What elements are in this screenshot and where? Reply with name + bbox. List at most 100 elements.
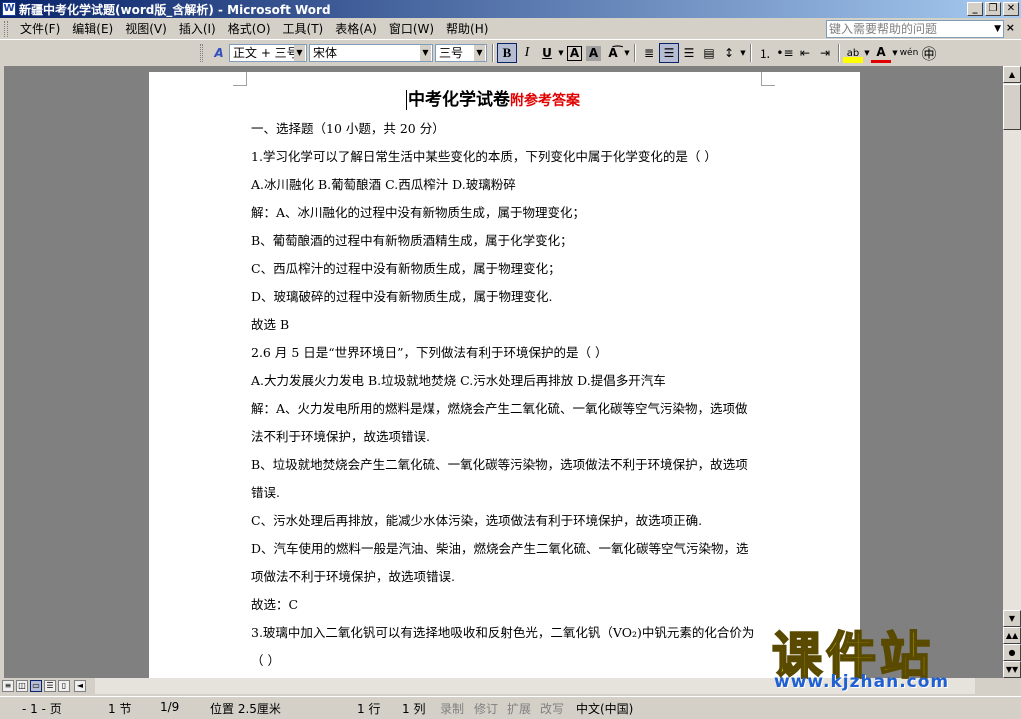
status-overtype[interactable]: 改写: [540, 700, 564, 717]
outline-view-icon[interactable]: ☰: [44, 680, 56, 692]
prev-page-icon[interactable]: ▲▲: [1003, 627, 1021, 644]
font-select[interactable]: 宋体 ▼: [309, 44, 433, 62]
italic-button[interactable]: I: [517, 43, 537, 63]
decrease-indent-icon[interactable]: ⇤: [795, 43, 815, 63]
menu-view[interactable]: 视图(V): [119, 19, 173, 39]
chevron-down-icon[interactable]: ▼: [420, 45, 431, 61]
web-layout-view-icon[interactable]: ◫: [16, 680, 28, 692]
doc-line: 一、选择题（10 小题，共 20 分）: [251, 121, 445, 136]
highlight-icon[interactable]: ab: [843, 43, 863, 63]
print-layout-view-icon[interactable]: ▭: [30, 680, 42, 692]
menu-insert[interactable]: 插入(I): [173, 19, 222, 39]
size-value: 三号: [439, 46, 464, 60]
chevron-down-icon[interactable]: ▼: [557, 43, 565, 63]
toolbar-grip[interactable]: [200, 44, 203, 62]
help-search-placeholder: 键入需要帮助的问题: [829, 22, 938, 36]
menu-edit[interactable]: 编辑(E): [66, 19, 119, 39]
window-title: 新疆中考化学试题(word版_含解析) - Microsoft Word: [19, 2, 331, 17]
close-button[interactable]: ✕: [1003, 2, 1019, 16]
menu-grip[interactable]: [4, 20, 8, 37]
scroll-up-icon[interactable]: ▲: [1003, 66, 1021, 83]
status-extend[interactable]: 扩展: [507, 700, 531, 717]
menu-window[interactable]: 窗口(W): [383, 19, 440, 39]
align-center-icon[interactable]: ☰: [659, 43, 679, 63]
line-spacing-icon[interactable]: ↕: [719, 43, 739, 63]
doc-line: 故选：C: [251, 597, 299, 612]
menu-table[interactable]: 表格(A): [329, 19, 383, 39]
document-close-icon[interactable]: ×: [1006, 21, 1015, 34]
status-pages: 1/9: [160, 700, 180, 714]
toolbar-separator: [750, 44, 752, 62]
chevron-down-icon[interactable]: ▼: [294, 45, 305, 61]
scroll-down-icon[interactable]: ▼: [1003, 610, 1021, 627]
style-value: 正文 + 三号: [233, 46, 299, 60]
title-main: 中考化学试卷: [408, 90, 510, 110]
chevron-down-icon[interactable]: ▼: [994, 21, 1001, 37]
menu-file[interactable]: 文件(F): [14, 19, 66, 39]
next-page-icon[interactable]: ▼▼: [1003, 661, 1021, 678]
doc-line: 3.玻璃中加入二氧化钒可以有选择地吸收和反射色光，二氧化钒（VO₂)中钒元素的化…: [251, 625, 755, 640]
menu-help[interactable]: 帮助(H): [440, 19, 494, 39]
align-right-icon[interactable]: ☰: [679, 43, 699, 63]
status-language: 中文(中国): [576, 702, 634, 716]
bullets-icon[interactable]: •≡: [775, 43, 795, 63]
font-color-button[interactable]: A: [871, 43, 891, 63]
chevron-down-icon[interactable]: ▼: [891, 43, 899, 63]
doc-line: C、污水处理后再排放，能减少水体污染，选项做法有利于环境保护，故选项正确.: [251, 513, 703, 528]
increase-indent-icon[interactable]: ⇥: [815, 43, 835, 63]
watermark-url: www.kjzhan.com: [774, 672, 950, 692]
status-track-changes[interactable]: 修订: [474, 700, 498, 717]
status-column: 1 列: [402, 702, 426, 716]
document-page[interactable]: 中考化学试卷附参考答案 一、选择题（10 小题，共 20 分） 1.学习化学可以…: [149, 72, 860, 678]
vertical-scrollbar[interactable]: ▲ ▼ ▲▲ ● ▼▼: [1003, 66, 1021, 678]
status-record[interactable]: 录制: [440, 700, 464, 717]
underline-button[interactable]: U: [537, 43, 557, 63]
doc-line: 1.学习化学可以了解日常生活中某些变化的本质，下列变化中属于化学变化的是（ ）: [251, 149, 717, 164]
formatting-toolbar: A 正文 + 三号 ▼ 宋体 ▼ 三号 ▼ B I U ▼ A A A͡ ▼ ≣…: [0, 41, 1021, 65]
scrollbar-thumb[interactable]: [1003, 84, 1021, 130]
menu-bar: 文件(F) 编辑(E) 视图(V) 插入(I) 格式(O) 工具(T) 表格(A…: [0, 18, 1021, 40]
doc-line: 项做法不利于环境保护，故选项错误.: [251, 569, 455, 584]
minimize-button[interactable]: _: [967, 2, 983, 16]
phonetic-guide-button[interactable]: wén: [899, 43, 919, 63]
bold-button[interactable]: B: [497, 43, 517, 63]
chevron-down-icon[interactable]: ▼: [863, 43, 871, 63]
chevron-down-icon[interactable]: ▼: [739, 43, 747, 63]
font-value: 宋体: [313, 46, 338, 60]
doc-line: 错误.: [251, 485, 280, 500]
margin-mark-right: [761, 72, 775, 86]
enclose-char-icon[interactable]: ㊥: [919, 43, 939, 63]
size-select[interactable]: 三号 ▼: [435, 44, 487, 62]
doc-line: D、汽车使用的燃料一般是汽油、柴油，燃烧会产生二氧化硫、一氧化碳等空气污染物，选: [251, 541, 749, 556]
menu-format[interactable]: 格式(O): [222, 19, 277, 39]
char-shading-button[interactable]: A: [586, 45, 601, 61]
help-search-input[interactable]: 键入需要帮助的问题 ▼: [826, 20, 1004, 38]
doc-line: 故选 B: [251, 317, 290, 332]
doc-line: 2.6 月 5 日是“世界环境日”，下列做法有利于环境保护的是（ ）: [251, 345, 608, 360]
chevron-down-icon[interactable]: ▼: [623, 43, 631, 63]
document-area[interactable]: 中考化学试卷附参考答案 一、选择题（10 小题，共 20 分） 1.学习化学可以…: [4, 66, 1003, 678]
menu-tools[interactable]: 工具(T): [277, 19, 330, 39]
select-browse-object-icon[interactable]: ●: [1003, 644, 1021, 661]
word-app-icon[interactable]: W: [2, 2, 16, 16]
title-answer-suffix: 附参考答案: [510, 93, 580, 109]
char-scale-icon[interactable]: A͡: [603, 43, 623, 63]
doc-line: （ ）: [251, 653, 280, 668]
reading-view-icon[interactable]: ▯: [58, 680, 70, 692]
doc-line: 解：A、冰川融化的过程中没有新物质生成，属于物理变化；: [251, 205, 586, 220]
normal-view-icon[interactable]: ≡: [2, 680, 14, 692]
distributed-align-icon[interactable]: ▤: [699, 43, 719, 63]
restore-button[interactable]: ❐: [985, 2, 1001, 16]
char-border-button[interactable]: A: [567, 45, 582, 61]
toolbar-separator: [634, 44, 636, 62]
styles-pane-icon[interactable]: A: [209, 43, 229, 63]
watermark-logo: 课件站 www.kjzhan.com: [768, 616, 1004, 694]
status-section: 1 节: [108, 702, 132, 716]
chevron-down-icon[interactable]: ▼: [474, 45, 485, 61]
scroll-left-icon[interactable]: ◄: [74, 680, 86, 692]
margin-mark-left: [233, 72, 247, 86]
numbering-icon[interactable]: ⒈: [755, 43, 775, 63]
style-select[interactable]: 正文 + 三号 ▼: [229, 44, 307, 62]
align-justify-icon[interactable]: ≣: [639, 43, 659, 63]
text-cursor: [406, 90, 407, 110]
